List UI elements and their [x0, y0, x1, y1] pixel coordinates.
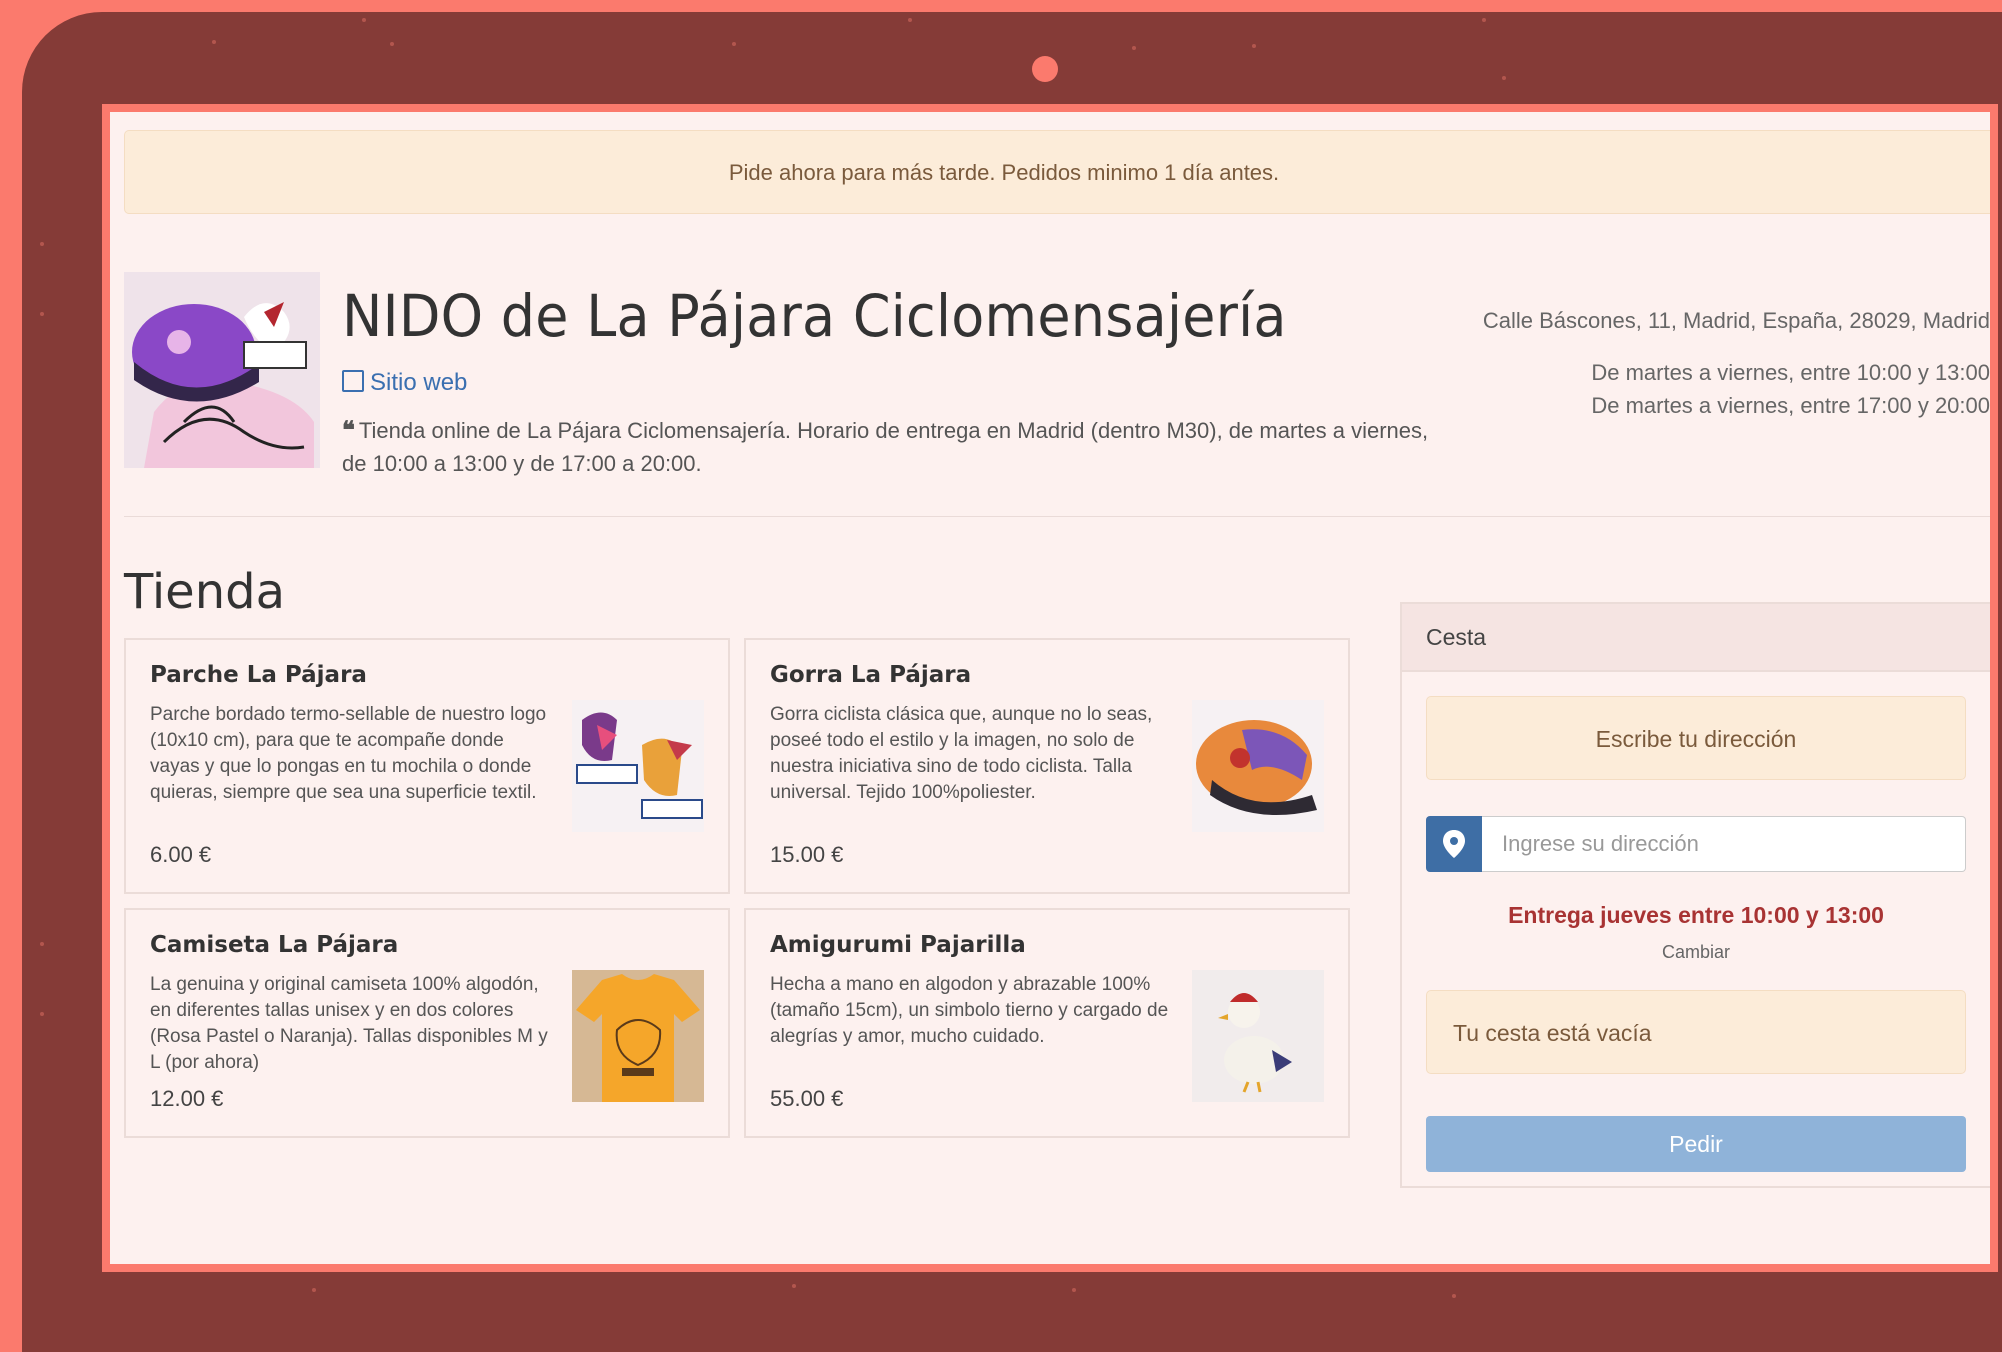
store-hours: De martes a viernes, entre 10:00 y 13:00…	[1591, 356, 1990, 422]
product-description: Hecha a mano en algodon y abrazable 100%…	[770, 974, 1169, 1047]
shop-title: Tienda	[124, 564, 286, 620]
external-link-icon	[342, 370, 364, 392]
tshirt-image	[572, 970, 704, 1102]
product-description: Gorra ciclista clásica que, aunque no lo…	[770, 704, 1153, 803]
product-price: 12.00 €	[150, 1086, 224, 1111]
product-description: La genuina y original camiseta 100% algo…	[150, 974, 548, 1073]
camera-dot	[1032, 56, 1058, 82]
product-card[interactable]: Amigurumi Pajarilla Hecha a mano en algo…	[744, 908, 1350, 1138]
order-notice: Pide ahora para más tarde. Pedidos minim…	[124, 130, 1990, 214]
address-input[interactable]	[1482, 816, 1966, 872]
delivery-info: Entrega jueves entre 10:00 y 13:00	[1508, 902, 1884, 928]
product-price: 15.00 €	[770, 842, 844, 867]
address-input-group	[1426, 816, 1966, 872]
address-prompt: Escribe tu dirección	[1426, 696, 1966, 780]
cap-image	[1192, 700, 1324, 832]
product-description: Parche bordado termo-sellable de nuestro…	[150, 704, 547, 803]
patch-image	[572, 700, 704, 832]
product-image[interactable]	[572, 970, 704, 1102]
store-address: Calle Báscones, 11, Madrid, España, 2802…	[1482, 308, 1990, 333]
store-title: NIDO de La Pájara Ciclomensajería	[342, 282, 1287, 350]
quote-icon: ❝	[342, 417, 355, 444]
product-price: 55.00 €	[770, 1086, 844, 1111]
amigurumi-image	[1192, 970, 1324, 1102]
change-delivery-link[interactable]: Cambiar	[1402, 942, 1990, 963]
product-name[interactable]: Gorra La Pájara	[770, 662, 971, 688]
device-frame: Pide ahora para más tarde. Pedidos minim…	[22, 12, 2002, 1352]
product-card[interactable]: Camiseta La Pájara La genuina y original…	[124, 908, 730, 1138]
basket-panel: Cesta Escribe tu dirección Entrega jueve…	[1400, 602, 1990, 1188]
product-card[interactable]: Parche La Pájara Parche bordado termo-se…	[124, 638, 730, 894]
product-image[interactable]	[1192, 700, 1324, 832]
store-description-text: Tienda online de La Pájara Ciclomensajer…	[342, 418, 1429, 476]
store-logo	[124, 272, 320, 468]
product-image[interactable]	[572, 700, 704, 832]
product-price: 6.00 €	[150, 842, 212, 867]
order-notice-text: Pide ahora para más tarde. Pedidos minim…	[728, 160, 1280, 185]
product-name[interactable]: Amigurumi Pajarilla	[770, 932, 1026, 958]
store-description: ❝ Tienda online de La Pájara Ciclomensaje…	[342, 414, 1442, 480]
product-name[interactable]: Camiseta La Pájara	[150, 932, 398, 958]
order-button[interactable]: Pedir	[1426, 1116, 1966, 1172]
product-card[interactable]: Gorra La Pájara Gorra ciclista clásica q…	[744, 638, 1350, 894]
hours-line: De martes a viernes, entre 10:00 y 13:00	[1591, 360, 1990, 385]
basket-title: Cesta	[1402, 604, 1990, 672]
store-logo-image	[124, 272, 320, 468]
hours-line: De martes a viernes, entre 17:00 y 20:00	[1591, 393, 1990, 418]
map-pin-icon[interactable]	[1426, 816, 1482, 872]
divider	[124, 516, 1990, 517]
website-link-label: Sitio web	[370, 369, 468, 396]
product-image[interactable]	[1192, 970, 1324, 1102]
product-name[interactable]: Parche La Pájara	[150, 662, 367, 688]
website-link[interactable]: Sitio web	[342, 368, 467, 397]
empty-basket-message: Tu cesta está vacía	[1426, 990, 1966, 1074]
browser-screen: Pide ahora para más tarde. Pedidos minim…	[102, 104, 1998, 1272]
